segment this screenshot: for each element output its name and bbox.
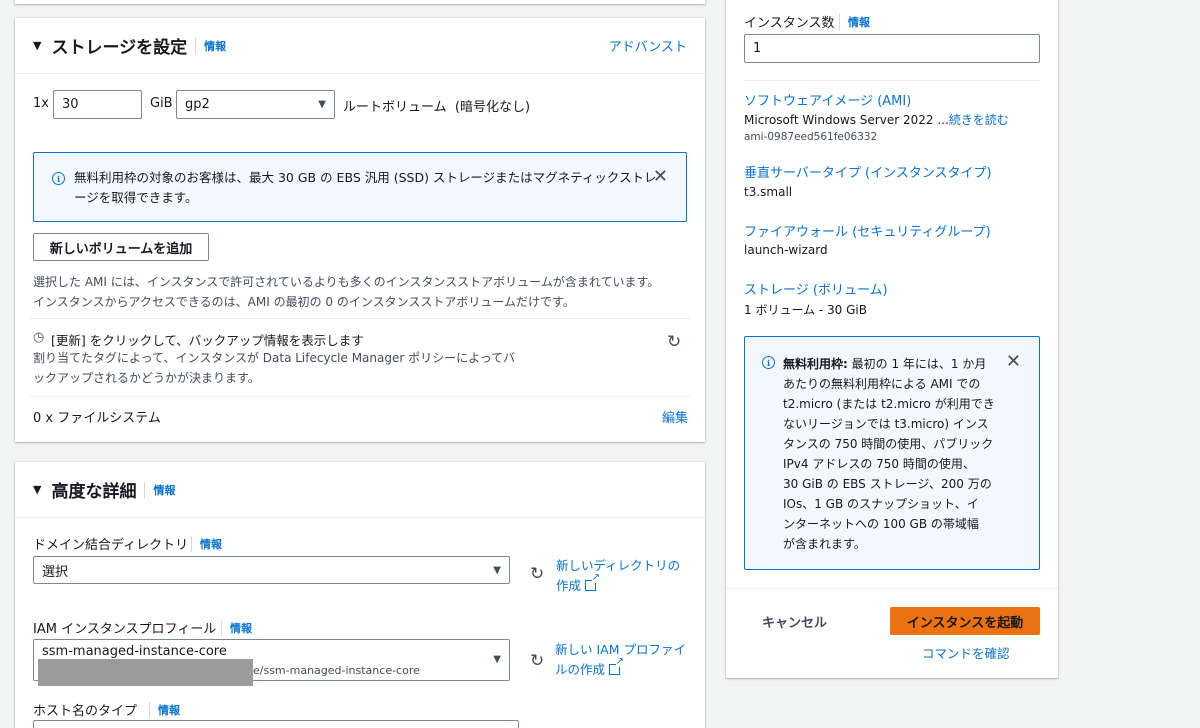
free-tier-line4: ないリージョンでは t3.micro) インス: [783, 417, 989, 431]
advanced-panel: ▼ 高度な詳細 情報 ドメイン結合ディレクトリ 情報 選択 ▼ ↻ 新しいディレ…: [15, 462, 705, 728]
domain-info-link[interactable]: 情報: [191, 536, 222, 552]
instance-count-value: 1: [753, 41, 762, 56]
external-link-icon: [609, 657, 625, 675]
iam-info-link[interactable]: 情報: [221, 620, 252, 636]
storage-title: ストレージを設定: [51, 38, 188, 58]
review-commands-link[interactable]: コマンドを確認: [922, 643, 1010, 662]
filesystem-count: 0 x ファイルシステム: [33, 411, 161, 426]
free-tier-line3: t2.micro (または t2.micro が利用でき: [783, 397, 995, 411]
free-tier-line6: IPv4 アドレスの 750 時間の使用、: [783, 457, 975, 471]
refresh-directory-icon[interactable]: ↻: [530, 564, 544, 584]
dropdown-arrow-icon: ▼: [318, 99, 326, 110]
free-tier-summary-alert: i ✕ 無料利用枠: 最初の 1 年には、1 か月 あたりの無料利用枠による A…: [744, 336, 1040, 570]
storage-panel: ▼ ストレージを設定 情報 アドバンスト 1x 30 GiB gp2 ▼ ルート…: [15, 18, 705, 442]
storage-value: 1 ボリューム - 30 GiB: [744, 303, 867, 317]
free-tier-line7: 30 GiB の EBS ストレージ、200 万の: [783, 477, 992, 491]
instance-type-label-link[interactable]: 垂直サーバータイプ (インスタンスタイプ): [744, 162, 992, 181]
hostname-type-select[interactable]: [33, 720, 519, 728]
dropdown-arrow-icon: ▼: [493, 564, 501, 576]
caret-down-icon[interactable]: ▼: [33, 39, 41, 52]
backup-desc-line2: ックアップされるかどうかが決まります。: [33, 371, 260, 385]
ami-label-link[interactable]: ソフトウェアイメージ (AMI): [744, 90, 911, 109]
volume-unit: GiB: [150, 96, 173, 111]
new-directory-link-line1[interactable]: 新しいディレクトリの: [556, 556, 680, 576]
instance-type-value: t3.small: [744, 185, 793, 199]
advanced-header[interactable]: ▼ 高度な詳細 情報: [15, 462, 705, 518]
refresh-icon[interactable]: ↻: [667, 332, 681, 352]
close-icon[interactable]: ✕: [653, 166, 668, 187]
summary-panel: インスタンス数 情報 1 ソフトウェアイメージ (AMI) Microsoft …: [726, 0, 1058, 678]
ami-id: ami-0987eed561fe06332: [744, 131, 878, 143]
free-tier-line9: ンターネットへの 100 GB の帯域幅: [783, 517, 979, 531]
free-tier-line2: あたりの無料利用枠による AMI での: [783, 377, 981, 391]
free-tier-line8: IOs、1 GB のスナップショット、イ: [783, 497, 979, 511]
free-tier-line5: タンスの 750 時間の使用、パブリック: [783, 437, 994, 451]
storage-info-link[interactable]: 情報: [195, 37, 226, 54]
alert-text-line2: ージを取得できます。: [74, 190, 198, 205]
advanced-info-link[interactable]: 情報: [144, 481, 175, 498]
volume-type-select[interactable]: gp2 ▼: [176, 90, 335, 119]
refresh-iam-icon[interactable]: ↻: [530, 651, 544, 671]
free-tier-line1: 最初の 1 年には、1 か月: [847, 357, 987, 371]
instance-count-info-link[interactable]: 情報: [839, 14, 870, 30]
iam-profile-value: ssm-managed-instance-core: [42, 644, 227, 659]
divider: [744, 80, 1040, 81]
volume-size-input[interactable]: 30: [53, 90, 142, 119]
clock-icon: ◷: [33, 330, 45, 345]
launch-instance-label: インスタンスを起動: [906, 615, 1024, 631]
iam-label: IAM インスタンスプロフィール: [33, 622, 217, 637]
read-more-link[interactable]: 続きを読む: [949, 113, 1009, 127]
advanced-title: 高度な詳細: [51, 482, 137, 502]
domain-label: ドメイン結合ディレクトリ: [33, 538, 189, 553]
close-icon[interactable]: ✕: [1006, 351, 1021, 372]
volume-size-value: 30: [62, 97, 79, 112]
info-icon: i: [52, 172, 65, 185]
backup-title: [更新] をクリックして、バックアップ情報を表示します: [51, 333, 364, 348]
redacted-block: [38, 659, 253, 686]
free-tier-alert: i 無料利用枠の対象のお客様は、最大 30 GB の EBS 汎用 (SSD) …: [33, 152, 687, 222]
divider: [30, 396, 690, 397]
hostname-type-label: ホスト名のタイプ: [33, 704, 138, 719]
volume-description: ルートボリューム (暗号化なし): [343, 100, 531, 115]
firewall-label-link[interactable]: ファイアウォール (セキュリティグループ): [744, 221, 991, 240]
previous-panel-edge: [15, 0, 705, 4]
iam-arn-suffix: e/ssm-managed-instance-core: [253, 664, 420, 677]
storage-label-link[interactable]: ストレージ (ボリューム): [744, 279, 888, 298]
instance-store-note-line2: インスタンスからアクセスできるのは、AMI の最初の 0 のインスタンスストアボ…: [33, 295, 575, 309]
external-link-icon: [585, 573, 601, 591]
new-directory-link-line2[interactable]: 作成: [556, 578, 581, 593]
new-iam-link-line2[interactable]: ルの作成: [555, 662, 605, 677]
edit-filesystem-link[interactable]: 編集: [662, 407, 688, 426]
info-icon: i: [762, 356, 775, 369]
ami-value: Microsoft Windows Server 2022 ...: [744, 113, 949, 127]
volume-type-value: gp2: [185, 97, 210, 112]
instance-count-input[interactable]: 1: [744, 34, 1040, 63]
dropdown-arrow-icon: ▼: [493, 654, 501, 665]
launch-instance-button[interactable]: インスタンスを起動: [890, 607, 1040, 635]
divider: [726, 588, 1058, 589]
firewall-value: launch-wizard: [744, 243, 828, 257]
domain-select-value: 選択: [42, 564, 69, 580]
volume-count-prefix: 1x: [33, 96, 49, 111]
backup-desc-line1: 割り当てたタグによって、インスタンスが Data Lifecycle Manag…: [33, 351, 516, 365]
cancel-button[interactable]: キャンセル: [762, 612, 827, 631]
domain-select[interactable]: 選択 ▼: [33, 556, 510, 584]
free-tier-line10: が含まれます。: [783, 537, 866, 551]
divider: [30, 318, 690, 319]
instance-count-label: インスタンス数: [744, 16, 835, 31]
free-tier-bold: 無料利用枠:: [783, 357, 848, 371]
add-volume-button[interactable]: 新しいボリュームを追加: [33, 233, 209, 261]
storage-header[interactable]: ▼ ストレージを設定 情報 アドバンスト: [15, 18, 705, 74]
instance-store-note-line1: 選択した AMI には、インスタンスで許可されているよりも多くのインスタンススト…: [33, 275, 660, 289]
alert-text-line1: 無料利用枠の対象のお客様は、最大 30 GB の EBS 汎用 (SSD) スト…: [74, 170, 657, 185]
hostname-info-link[interactable]: 情報: [149, 702, 180, 718]
advanced-link[interactable]: アドバンスト: [609, 36, 687, 55]
caret-down-icon[interactable]: ▼: [33, 483, 41, 496]
